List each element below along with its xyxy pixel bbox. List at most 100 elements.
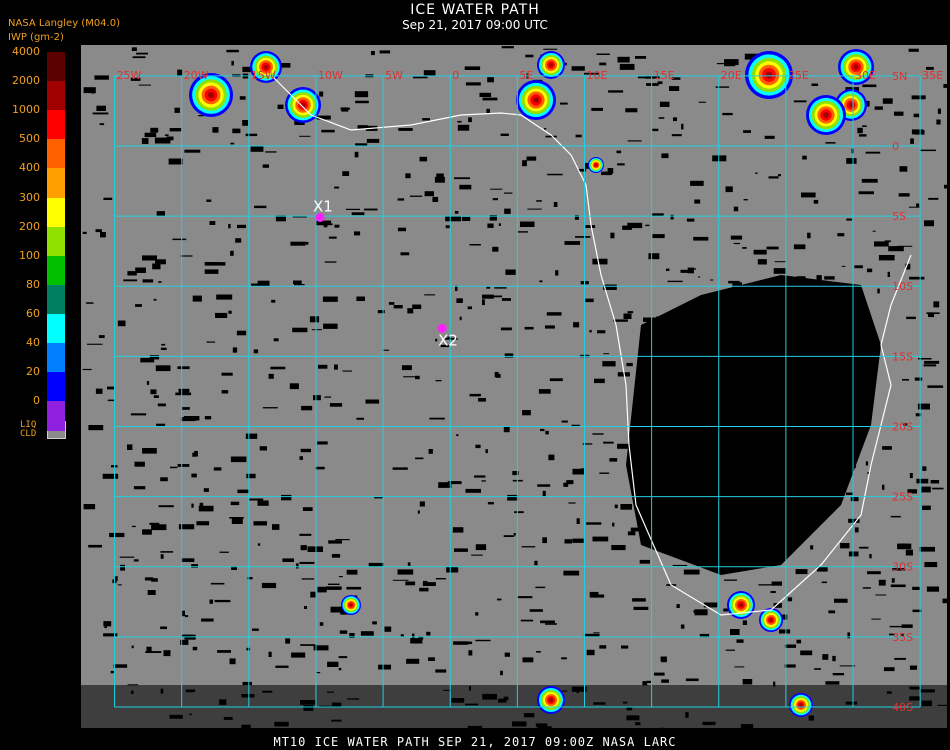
clear-sky-speck (862, 587, 871, 589)
clear-sky-speck (698, 276, 701, 278)
clear-sky-speck (482, 299, 485, 306)
clear-sky-speck (592, 536, 609, 542)
clear-sky-speck (705, 362, 714, 368)
clear-sky-speck (158, 505, 174, 508)
clear-sky-speck (339, 630, 348, 634)
clear-sky-speck (221, 390, 229, 394)
clear-sky-speck (724, 579, 738, 581)
clear-sky-speck (338, 656, 348, 659)
clear-sky-speck (825, 142, 836, 144)
clear-sky-speck (535, 586, 546, 589)
clear-sky-speck (151, 524, 167, 531)
clear-sky-speck (191, 473, 197, 478)
clear-sky-speck (351, 212, 365, 216)
clear-sky-speck (875, 594, 887, 596)
clear-sky-speck (787, 597, 793, 602)
clear-sky-speck (814, 668, 821, 670)
clear-sky-speck (824, 276, 835, 280)
clear-sky-speck (465, 82, 481, 86)
clear-sky-speck (82, 368, 92, 371)
legend-tick-label: 400 (19, 161, 40, 175)
clear-sky-speck (926, 312, 940, 314)
clear-sky-speck (912, 586, 920, 590)
clear-sky-speck (580, 468, 584, 473)
clear-sky-speck (384, 626, 392, 632)
clear-sky-speck (83, 87, 96, 94)
clear-sky-speck (597, 330, 606, 334)
clear-sky-speck (926, 586, 939, 592)
clear-sky-speck (277, 104, 284, 109)
legend-swatch (47, 284, 65, 315)
clear-sky-speck (307, 546, 323, 552)
clear-sky-speck (301, 578, 315, 580)
clear-sky-speck (911, 95, 926, 100)
clear-sky-speck (334, 224, 340, 228)
clear-sky-speck (548, 454, 555, 461)
clear-sky-speck (858, 191, 874, 195)
clear-sky-speck (475, 639, 491, 642)
clear-sky-speck (397, 569, 414, 575)
title: ICE WATER PATH (410, 2, 540, 18)
clear-sky-speck (410, 195, 423, 197)
clear-sky-speck (192, 646, 198, 651)
clear-sky-speck (522, 657, 534, 663)
clear-sky-speck (639, 559, 650, 564)
clear-sky-speck (119, 556, 135, 558)
clear-sky-speck (196, 521, 210, 526)
clear-sky-speck (131, 47, 137, 51)
clear-sky-speck (807, 349, 819, 351)
clear-sky-speck (936, 119, 941, 125)
clear-sky-speck (901, 624, 913, 628)
clear-sky-speck (686, 218, 695, 222)
clear-sky-speck (265, 151, 277, 153)
clear-sky-speck (526, 156, 537, 161)
clear-sky-speck (346, 586, 362, 590)
clear-sky-speck (492, 246, 499, 252)
clear-sky-speck (656, 316, 670, 322)
clear-sky-speck (107, 386, 115, 390)
clear-sky-speck (257, 543, 261, 546)
clear-sky-speck (290, 241, 306, 246)
clear-sky-speck (891, 578, 895, 583)
clear-sky-speck (898, 193, 910, 197)
clear-sky-speck (500, 133, 509, 136)
clear-sky-speck (779, 629, 791, 634)
clear-sky-speck (771, 581, 782, 586)
clear-sky-speck (503, 535, 515, 537)
clear-sky-speck (838, 346, 843, 353)
clear-sky-speck (770, 326, 785, 333)
clear-sky-speck (428, 657, 435, 661)
clear-sky-speck (453, 641, 469, 645)
legend-swatch (47, 139, 65, 169)
clear-sky-speck (452, 527, 464, 533)
clear-sky-speck (392, 579, 409, 581)
clear-sky-speck (652, 234, 665, 239)
clear-sky-speck (612, 522, 615, 527)
longitude-label: 15W (251, 69, 276, 82)
clear-sky-speck (846, 218, 853, 221)
clear-sky-speck (862, 360, 873, 362)
clear-sky-speck (135, 267, 146, 273)
clear-sky-speck (800, 650, 813, 656)
clear-sky-speck (134, 461, 145, 467)
clear-sky-speck (599, 62, 607, 66)
clear-sky-speck (882, 98, 893, 104)
clear-sky-speck (862, 125, 867, 127)
clear-sky-speck (253, 349, 259, 354)
clear-sky-speck (328, 540, 342, 544)
clear-sky-speck (795, 342, 801, 345)
clear-sky-speck (492, 295, 503, 298)
clear-sky-speck (545, 430, 549, 435)
clear-sky-speck (355, 100, 369, 104)
clear-sky-speck (273, 338, 279, 342)
clear-sky-speck (573, 322, 580, 328)
clear-sky-speck (501, 298, 511, 301)
clear-sky-speck (861, 178, 878, 183)
clear-sky-speck (887, 271, 890, 277)
clear-sky-speck (801, 192, 816, 198)
clear-sky-speck (563, 482, 569, 487)
clear-sky-speck (342, 370, 353, 372)
convective-cloud (769, 618, 773, 622)
clear-sky-speck (632, 598, 646, 602)
clear-sky-speck (212, 127, 219, 133)
